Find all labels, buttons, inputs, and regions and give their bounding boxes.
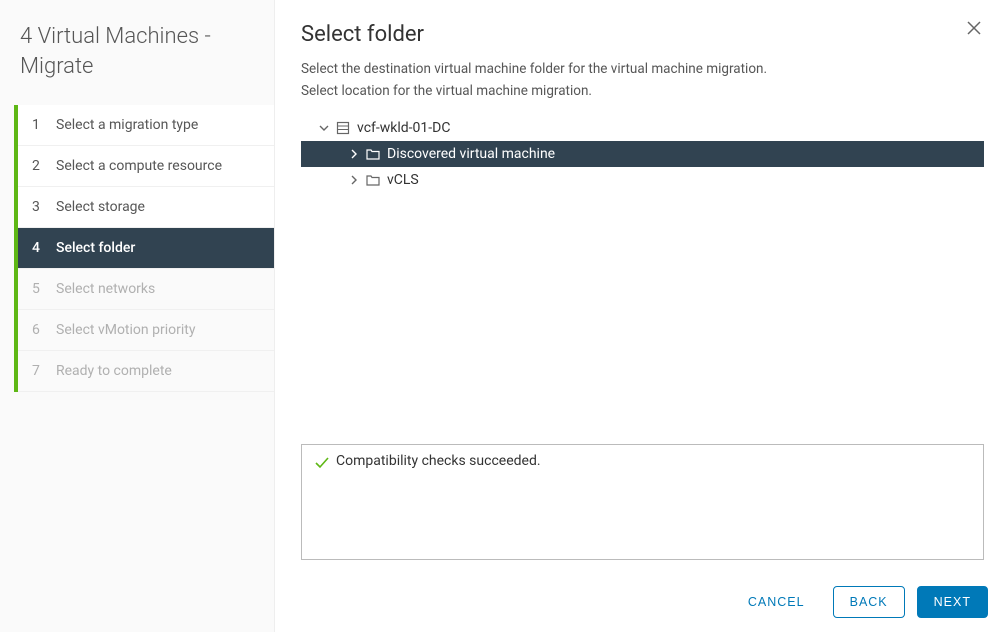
datacenter-icon (335, 120, 351, 136)
step-number: 5 (32, 281, 46, 297)
back-button[interactable]: BACK (833, 586, 905, 618)
checkmark-icon (314, 455, 330, 471)
close-button[interactable] (966, 20, 986, 40)
tree-item-vcls[interactable]: vCLS (301, 167, 984, 193)
step-7: 7 Ready to complete (18, 351, 274, 392)
close-icon (966, 20, 982, 36)
tree-item-label: vCLS (387, 172, 419, 188)
next-button[interactable]: NEXT (917, 586, 988, 618)
step-6: 6 Select vMotion priority (18, 310, 274, 351)
tree-item-discovered-vm[interactable]: Discovered virtual machine (301, 141, 984, 167)
step-label: Ready to complete (56, 363, 172, 379)
step-number: 1 (32, 117, 46, 133)
step-number: 4 (32, 240, 46, 256)
folder-icon (365, 172, 381, 188)
step-number: 7 (32, 363, 46, 379)
compatibility-message: Compatibility checks succeeded. (336, 453, 541, 469)
tree-item-label: Discovered virtual machine (387, 146, 555, 162)
compatibility-panel: Compatibility checks succeeded. (301, 444, 984, 560)
page-description-2: Select location for the virtual machine … (301, 83, 984, 99)
step-2[interactable]: 2 Select a compute resource (18, 146, 274, 187)
page-description-1: Select the destination virtual machine f… (301, 61, 984, 77)
step-label: Select a compute resource (56, 158, 222, 174)
step-1[interactable]: 1 Select a migration type (18, 105, 274, 146)
chevron-right-icon[interactable] (349, 175, 359, 185)
cancel-button[interactable]: CANCEL (732, 586, 821, 618)
step-label: Select folder (56, 240, 135, 256)
wizard-title: 4 Virtual Machines - Migrate (0, 18, 274, 105)
wizard-sidebar: 4 Virtual Machines - Migrate 1 Select a … (0, 0, 275, 632)
chevron-right-icon[interactable] (349, 149, 359, 159)
tree-root[interactable]: vcf-wkld-01-DC (301, 115, 984, 141)
folder-icon (365, 146, 381, 162)
step-4[interactable]: 4 Select folder (18, 228, 274, 269)
step-3[interactable]: 3 Select storage (18, 187, 274, 228)
tree-root-label: vcf-wkld-01-DC (357, 120, 450, 136)
step-number: 2 (32, 158, 46, 174)
wizard-footer: CANCEL BACK NEXT (275, 572, 1008, 632)
main-panel: Select folder Select the destination vir… (275, 0, 1008, 632)
chevron-down-icon[interactable] (319, 123, 329, 133)
page-title: Select folder (301, 22, 984, 47)
step-label: Select storage (56, 199, 145, 215)
step-number: 6 (32, 322, 46, 338)
step-label: Select networks (56, 281, 155, 297)
folder-tree: vcf-wkld-01-DC Discovered virtual machin… (301, 115, 984, 193)
step-5: 5 Select networks (18, 269, 274, 310)
step-label: Select a migration type (56, 117, 198, 133)
step-label: Select vMotion priority (56, 322, 195, 338)
wizard-steps: 1 Select a migration type 2 Select a com… (14, 105, 274, 392)
step-number: 3 (32, 199, 46, 215)
